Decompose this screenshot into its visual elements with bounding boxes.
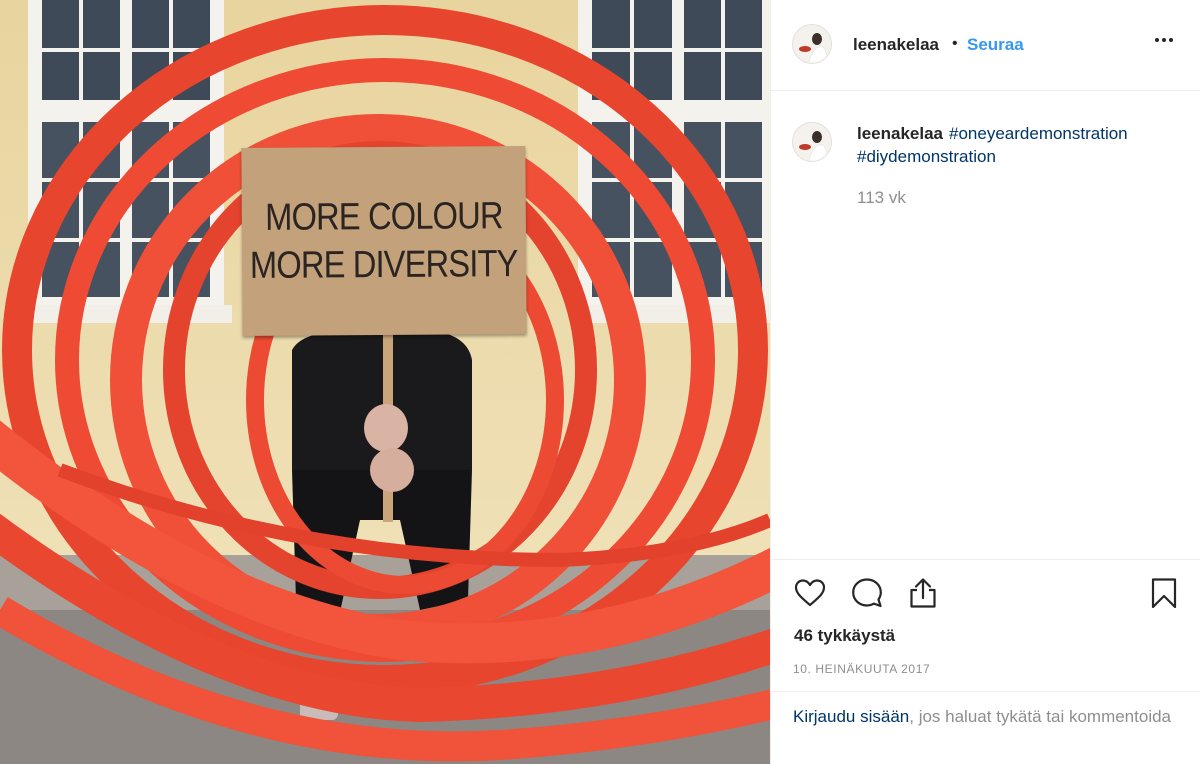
post-photo[interactable]: MORE COLOUR MORE DIVERSITY	[0, 0, 770, 764]
login-link[interactable]: Kirjaudu sisään	[793, 707, 909, 726]
likes-count[interactable]: 46 tykkäystä	[794, 626, 895, 646]
avatar[interactable]	[792, 24, 832, 64]
header-username[interactable]: leenakelaa	[853, 35, 939, 55]
separator-dot: •	[952, 35, 958, 52]
protest-sign: MORE COLOUR MORE DIVERSITY	[241, 146, 527, 336]
sign-line-2: MORE DIVERSITY	[250, 243, 519, 287]
caption-text: leenakelaa #oneyeardemonstration #diydemo…	[857, 122, 1177, 168]
follow-button[interactable]: Seuraa	[967, 35, 1024, 55]
photo-illustration	[0, 0, 770, 764]
hashtag-link[interactable]: #diydemonstration	[857, 147, 996, 166]
login-prompt: Kirjaudu sisään, jos haluat tykätä tai k…	[771, 691, 1200, 764]
sign-line-1: MORE COLOUR	[264, 195, 503, 239]
hashtag-link[interactable]: #oneyeardemonstration	[949, 124, 1128, 143]
post-sidebar: leenakelaa • Seuraa leenakelaa #oneyearde…	[770, 0, 1200, 764]
login-prompt-text: , jos haluat tykätä tai kommentoida	[909, 707, 1171, 726]
post-date[interactable]: 10. HEINÄKUUTA 2017	[793, 662, 930, 676]
caption-username[interactable]: leenakelaa	[857, 124, 943, 143]
instagram-post: MORE COLOUR MORE DIVERSITY leenakelaa • …	[0, 0, 1200, 764]
bookmark-icon[interactable]	[1147, 576, 1181, 610]
action-bar: 46 tykkäystä 10. HEINÄKUUTA 2017	[771, 559, 1200, 691]
more-options-icon[interactable]	[1155, 38, 1173, 42]
post-age[interactable]: 113 vk	[857, 188, 906, 208]
caption-avatar[interactable]	[792, 122, 832, 162]
avatar-image	[793, 25, 831, 63]
comment-icon[interactable]	[850, 576, 884, 610]
post-header: leenakelaa • Seuraa	[771, 0, 1200, 91]
heart-icon[interactable]	[793, 576, 827, 610]
avatar-image	[793, 123, 831, 161]
share-icon[interactable]	[906, 576, 940, 610]
